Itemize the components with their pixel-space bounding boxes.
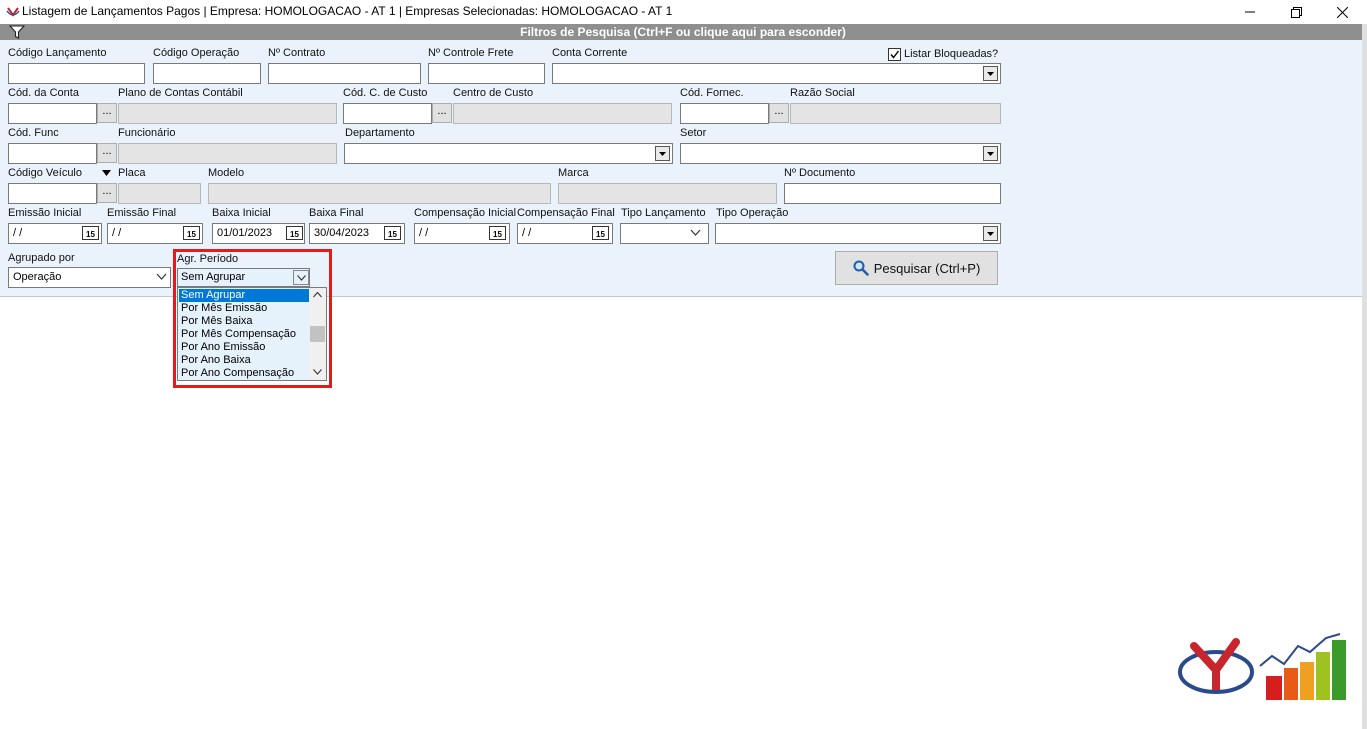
marca-field xyxy=(558,183,777,204)
codigo-operacao-label: Código Operação xyxy=(153,47,240,59)
restore-button[interactable] xyxy=(1273,0,1319,24)
codigo-veiculo-label: Código Veículo xyxy=(8,167,82,179)
search-button[interactable]: Pesquisar (Ctrl+P) xyxy=(835,251,998,285)
calendar-icon[interactable]: 15 xyxy=(286,226,303,240)
compensacao-inicial-label: Compensação Inicial xyxy=(414,207,517,219)
razao-social-field xyxy=(790,103,1001,124)
departamento-label: Departamento xyxy=(345,127,415,139)
razao-social-label: Razão Social xyxy=(790,87,855,99)
plano-contas-field xyxy=(118,103,337,124)
chevron-down-icon[interactable] xyxy=(983,226,998,241)
cod-fornec-lookup-button[interactable]: ... xyxy=(769,103,789,123)
n-contrato-label: Nº Contrato xyxy=(268,47,326,59)
minimize-button[interactable] xyxy=(1227,0,1273,24)
chevron-down-icon[interactable] xyxy=(983,66,998,81)
tipo-operacao-select[interactable] xyxy=(715,223,1001,244)
n-documento-label: Nº Documento xyxy=(784,167,856,179)
cod-conta-label: Cód. da Conta xyxy=(8,87,79,99)
close-button[interactable] xyxy=(1319,0,1365,24)
funnel-icon xyxy=(9,25,25,39)
placa-field xyxy=(118,183,201,204)
centro-custo-field xyxy=(453,103,672,124)
n-controle-frete-input[interactable] xyxy=(428,63,545,84)
conta-corrente-label: Conta Corrente xyxy=(552,47,628,59)
n-controle-frete-label: Nº Controle Frete xyxy=(428,47,514,59)
window-title: Listagem de Lançamentos Pagos | Empresa:… xyxy=(22,4,673,18)
cod-conta-input[interactable] xyxy=(8,103,97,124)
cod-c-custo-lookup-button[interactable]: ... xyxy=(432,103,452,123)
setor-label: Setor xyxy=(680,127,707,139)
app-logo-icon xyxy=(6,7,20,17)
caret-down-icon[interactable] xyxy=(102,170,111,176)
chevron-down-icon xyxy=(156,273,167,280)
minimize-icon xyxy=(1245,11,1255,13)
agrupado-por-select[interactable]: Operação xyxy=(8,267,171,288)
search-icon xyxy=(853,260,869,276)
setor-select[interactable] xyxy=(680,143,1001,164)
emissao-inicial-label: Emissão Inicial xyxy=(8,207,82,219)
cod-fornec-input[interactable] xyxy=(680,103,769,124)
departamento-select[interactable] xyxy=(344,143,673,164)
cod-func-input[interactable] xyxy=(8,143,97,164)
cod-fornec-label: Cód. Fornec. xyxy=(680,87,744,99)
centro-custo-label: Centro de Custo xyxy=(453,87,534,99)
modelo-field xyxy=(208,183,551,204)
funcionario-label: Funcionário xyxy=(118,127,176,139)
listar-bloqueadas-label: Listar Bloqueadas? xyxy=(904,48,999,60)
marca-label: Marca xyxy=(558,167,589,179)
n-contrato-input[interactable] xyxy=(268,63,421,84)
codigo-operacao-input[interactable] xyxy=(153,63,261,84)
cod-c-custo-label: Cód. C. de Custo xyxy=(343,87,428,99)
placa-label: Placa xyxy=(118,167,146,179)
highlight-box xyxy=(173,249,332,388)
codigo-lancamento-input[interactable] xyxy=(8,63,145,84)
n-documento-input[interactable] xyxy=(784,183,1001,204)
agrupado-por-label: Agrupado por xyxy=(8,252,75,264)
calendar-icon[interactable]: 15 xyxy=(592,226,609,240)
cod-conta-lookup-button[interactable]: ... xyxy=(97,103,117,123)
calendar-icon[interactable]: 15 xyxy=(384,226,401,240)
checkmark-icon xyxy=(890,50,900,59)
baixa-final-label: Baixa Final xyxy=(309,207,364,219)
filter-toggle-bar[interactable]: Filtros de Pesquisa (Ctrl+F ou clique aq… xyxy=(0,24,1366,40)
compensacao-final-label: Compensação Final xyxy=(517,207,615,219)
tipo-lancamento-label: Tipo Lançamento xyxy=(621,207,706,219)
listar-bloqueadas-checkbox[interactable] xyxy=(888,48,901,61)
cod-func-label: Cód. Func xyxy=(8,127,59,139)
emissao-final-label: Emissão Final xyxy=(107,207,177,219)
calendar-icon[interactable]: 15 xyxy=(183,226,200,240)
funcionario-field xyxy=(118,143,337,164)
chevron-down-icon[interactable] xyxy=(983,146,998,161)
codigo-veiculo-lookup-button[interactable]: ... xyxy=(97,183,117,203)
codigo-veiculo-input[interactable] xyxy=(8,183,97,204)
cod-func-lookup-button[interactable]: ... xyxy=(97,143,117,163)
chevron-down-icon[interactable] xyxy=(655,146,670,161)
close-icon xyxy=(1336,6,1348,18)
brand-logo-icon xyxy=(1178,633,1346,700)
calendar-icon[interactable]: 15 xyxy=(489,226,506,240)
restore-icon xyxy=(1290,6,1302,18)
right-border xyxy=(1362,24,1367,729)
search-button-label: Pesquisar (Ctrl+P) xyxy=(873,260,981,276)
cod-c-custo-input[interactable] xyxy=(343,103,432,124)
codigo-lancamento-label: Código Lançamento xyxy=(8,47,107,59)
tipo-operacao-label: Tipo Operação xyxy=(716,207,789,219)
chevron-down-icon xyxy=(690,229,701,236)
baixa-inicial-label: Baixa Inicial xyxy=(212,207,271,219)
calendar-icon[interactable]: 15 xyxy=(82,226,99,240)
modelo-label: Modelo xyxy=(208,167,245,179)
plano-contas-label: Plano de Contas Contábil xyxy=(118,87,243,99)
conta-corrente-select[interactable] xyxy=(552,63,1001,84)
